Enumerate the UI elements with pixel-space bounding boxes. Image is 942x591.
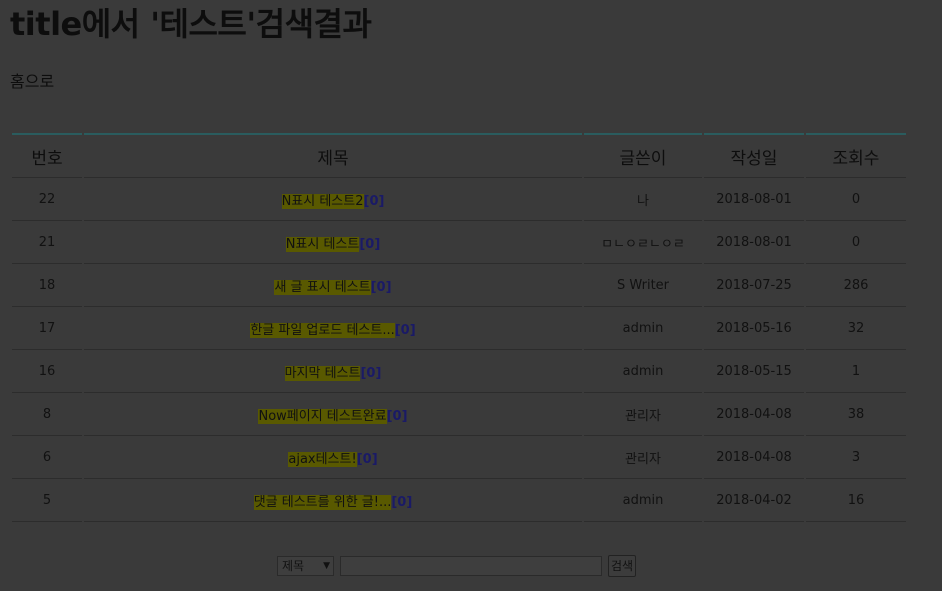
post-title-link[interactable]: 마지막 테스트: [284, 365, 361, 381]
table-row: 16 마지막 테스트[0] admin 2018-05-15 1: [12, 350, 906, 393]
post-views: 3: [806, 436, 906, 479]
post-number: 22: [12, 178, 82, 221]
table-row: 6 ajax테스트![0] 관리자 2018-04-08 3: [12, 436, 906, 479]
post-date: 2018-05-16: [704, 307, 804, 350]
table-row: 8 Now페이지 테스트완료[0] 관리자 2018-04-08 38: [12, 393, 906, 436]
home-link[interactable]: 홈으로: [10, 71, 54, 93]
post-date: 2018-07-25: [704, 264, 804, 307]
post-title-link[interactable]: Now페이지 테스트완료: [258, 408, 387, 424]
post-writer: admin: [584, 350, 702, 393]
post-date: 2018-08-01: [704, 221, 804, 264]
post-writer: admin: [584, 479, 702, 522]
search-button[interactable]: 검색: [608, 554, 637, 577]
post-writer: 관리자: [584, 393, 702, 436]
post-date: 2018-08-01: [704, 178, 804, 221]
comment-count: [0]: [359, 236, 381, 252]
board-table: 번호 제목 글쓴이 작성일 조회수 22 N표시 테스트2[0] 나 2018-…: [10, 133, 908, 522]
post-views: 16: [806, 479, 906, 522]
header-date: 작성일: [704, 133, 804, 178]
comment-count: [0]: [391, 494, 413, 510]
post-number: 6: [12, 436, 82, 479]
post-date: 2018-05-15: [704, 350, 804, 393]
post-writer: ㅁㄴㅇㄹㄴㅇㄹ: [584, 221, 702, 264]
post-title-cell: N표시 테스트[0]: [84, 221, 582, 264]
table-row: 5 댓글 테스트를 위한 글!...[0] admin 2018-04-02 1…: [12, 479, 906, 522]
table-row: 22 N표시 테스트2[0] 나 2018-08-01 0: [12, 178, 906, 221]
post-number: 5: [12, 479, 82, 522]
header-title: 제목: [84, 133, 582, 178]
table-header-row: 번호 제목 글쓴이 작성일 조회수: [12, 133, 906, 178]
post-title-link[interactable]: ajax테스트!: [288, 451, 357, 467]
post-number: 17: [12, 307, 82, 350]
page: title에서 '테스트'검색결과 홈으로 번호 제목 글쓴이 작성일 조회수 …: [0, 0, 942, 591]
post-date: 2018-04-08: [704, 393, 804, 436]
post-title-link[interactable]: 댓글 테스트를 위한 글!...: [253, 494, 392, 510]
post-number: 8: [12, 393, 82, 436]
comment-count: [0]: [356, 451, 378, 467]
post-writer: admin: [584, 307, 702, 350]
header-number: 번호: [12, 133, 82, 178]
header-views: 조회수: [806, 133, 906, 178]
post-title-link[interactable]: N표시 테스트: [285, 236, 360, 252]
comment-count: [0]: [394, 322, 416, 338]
post-title-cell: N표시 테스트2[0]: [84, 178, 582, 221]
comment-count: [0]: [360, 365, 382, 381]
post-views: 286: [806, 264, 906, 307]
post-views: 38: [806, 393, 906, 436]
search-field-select[interactable]: 제목 ▼: [277, 555, 334, 576]
post-writer: S Writer: [584, 264, 702, 307]
post-views: 0: [806, 221, 906, 264]
post-views: 0: [806, 178, 906, 221]
post-writer: 나: [584, 178, 702, 221]
post-number: 21: [12, 221, 82, 264]
post-title-cell: 댓글 테스트를 위한 글!...[0]: [84, 479, 582, 522]
post-title-cell: Now페이지 테스트완료[0]: [84, 393, 582, 436]
comment-count: [0]: [386, 408, 408, 424]
post-title-cell: 마지막 테스트[0]: [84, 350, 582, 393]
page-title: title에서 '테스트'검색결과: [10, 5, 372, 43]
post-number: 16: [12, 350, 82, 393]
post-title-link[interactable]: 한글 파일 업로드 테스트...: [250, 322, 395, 338]
post-title-link[interactable]: 새 글 표시 테스트: [274, 279, 371, 295]
comment-count: [0]: [370, 279, 392, 295]
post-date: 2018-04-08: [704, 436, 804, 479]
post-views: 1: [806, 350, 906, 393]
search-field-selected: 제목: [282, 559, 305, 573]
post-number: 18: [12, 264, 82, 307]
table-row: 21 N표시 테스트[0] ㅁㄴㅇㄹㄴㅇㄹ 2018-08-01 0: [12, 221, 906, 264]
comment-count: [0]: [363, 193, 385, 209]
post-title-cell: 한글 파일 업로드 테스트...[0]: [84, 307, 582, 350]
post-title-link[interactable]: N표시 테스트2: [281, 193, 364, 209]
post-writer: 관리자: [584, 436, 702, 479]
table-row: 17 한글 파일 업로드 테스트...[0] admin 2018-05-16 …: [12, 307, 906, 350]
table-row: 18 새 글 표시 테스트[0] S Writer 2018-07-25 286: [12, 264, 906, 307]
post-title-cell: ajax테스트![0]: [84, 436, 582, 479]
header-writer: 글쓴이: [584, 133, 702, 178]
chevron-down-icon: ▼: [323, 560, 330, 571]
post-date: 2018-04-02: [704, 479, 804, 522]
post-views: 32: [806, 307, 906, 350]
search-input[interactable]: [340, 555, 602, 576]
search-bar: 제목 ▼ 검색: [277, 554, 637, 577]
post-title-cell: 새 글 표시 테스트[0]: [84, 264, 582, 307]
